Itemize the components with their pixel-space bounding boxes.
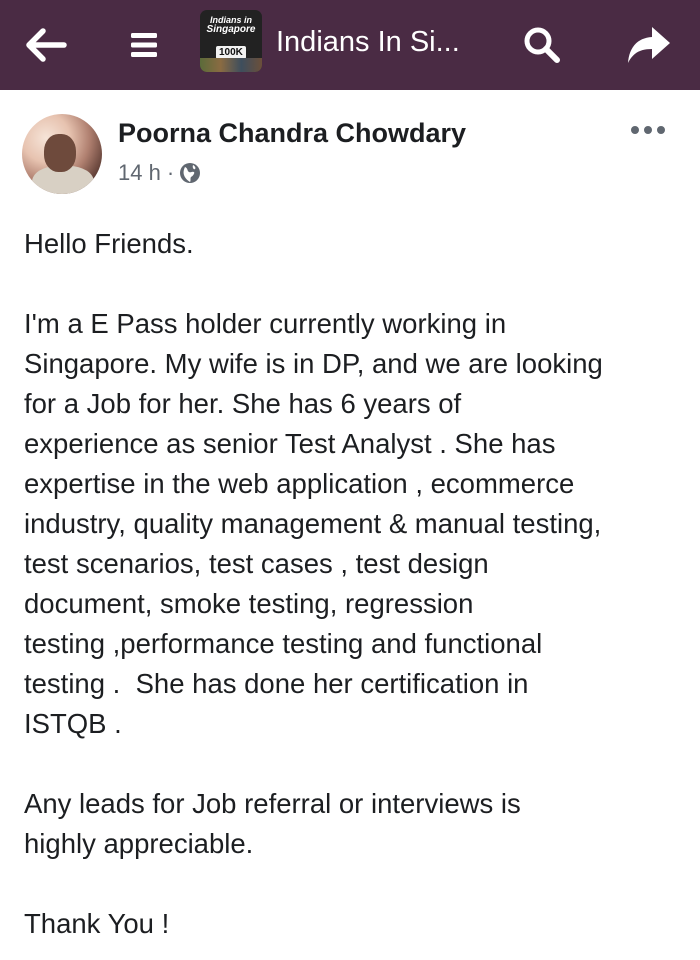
group-logo-line2: Singapore: [206, 24, 256, 35]
post-line: Hello Friends.: [24, 228, 194, 259]
post-line: testing ,performance testing and functio…: [24, 628, 543, 659]
search-button[interactable]: [508, 0, 576, 90]
post-body: Hello Friends. I'm a E Pass holder curre…: [24, 224, 684, 944]
group-logo[interactable]: Indians in Singapore 100K: [200, 10, 262, 72]
search-icon: [524, 27, 560, 63]
post-line: highly appreciable.: [24, 828, 254, 859]
hamburger-menu-icon: [131, 33, 157, 57]
post-line: for a Job for her. She has 6 years of: [24, 388, 462, 419]
group-name[interactable]: Indians In Si...: [276, 0, 460, 84]
post-line: test scenarios, test cases , test design: [24, 548, 489, 579]
post-line: ISTQB .: [24, 708, 122, 739]
post-line-blank: [24, 744, 684, 784]
post-line: document, smoke testing, regression: [24, 588, 474, 619]
post-line: I'm a E Pass holder currently working in: [24, 308, 507, 339]
arrow-left-icon: [26, 28, 67, 62]
post-line-blank: [24, 264, 684, 304]
post-line: experience as senior Test Analyst . She …: [24, 428, 556, 459]
post-line: industry, quality management & manual te…: [24, 508, 602, 539]
post-meta: 14 h ·: [118, 160, 201, 186]
post-line: Any leads for Job referral or interviews…: [24, 788, 521, 819]
avatar-face: [44, 134, 76, 172]
meta-separator: ·: [166, 160, 175, 185]
post-line-blank: [24, 864, 684, 904]
top-app-bar: Indians in Singapore 100K Indians In Si.…: [0, 0, 700, 90]
share-arrow-icon: [628, 27, 670, 63]
post-line: Thank You !: [24, 908, 170, 939]
group-logo-image-strip: [200, 58, 262, 72]
post-line: Singapore. My wife is in DP, and we are …: [24, 348, 603, 379]
more-options-button[interactable]: [618, 110, 678, 150]
author-avatar[interactable]: [22, 114, 102, 194]
back-button[interactable]: [12, 0, 78, 90]
author-name[interactable]: Poorna Chandra Chowdary: [118, 118, 466, 149]
post-time[interactable]: 14 h: [118, 160, 161, 186]
post-line: expertise in the web application , ecomm…: [24, 468, 575, 499]
globe-icon: [180, 163, 201, 183]
share-button[interactable]: [612, 0, 686, 90]
menu-button[interactable]: [114, 0, 174, 90]
post-line: testing . She has done her certification…: [24, 668, 529, 699]
more-options-icon: [631, 126, 665, 134]
